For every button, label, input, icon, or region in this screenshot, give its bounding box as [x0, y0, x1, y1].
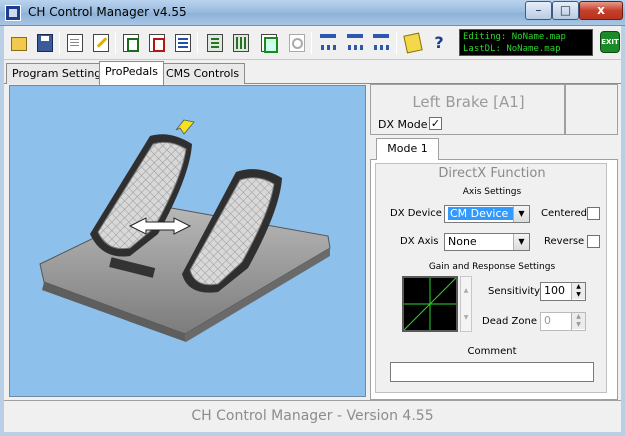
comment-label: Comment: [467, 346, 517, 357]
toolbar-separator: [396, 32, 397, 54]
dx-mode-label: DX Mode: [378, 118, 428, 131]
dead-zone-value: 0: [544, 314, 551, 327]
version-text: CH Control Manager - Version 4.55: [191, 408, 434, 424]
minimize-button[interactable]: –: [525, 1, 552, 20]
spin-up-icon[interactable]: ▲: [572, 283, 585, 291]
close-button[interactable]: x: [579, 1, 623, 20]
open-folder-icon[interactable]: [8, 32, 30, 54]
toolbar-separator: [59, 32, 60, 54]
main-content: Left Brake [A1] DX Mode ✓ Mode 1 DirectX…: [4, 84, 621, 400]
toolbar-separator: [311, 32, 312, 54]
scroll-up-icon[interactable]: ▲: [461, 277, 471, 304]
function-header: Left Brake [A1] DX Mode ✓: [370, 84, 565, 135]
response-curve-graph[interactable]: [402, 276, 458, 332]
function-name: Left Brake [A1]: [412, 93, 525, 111]
window-title: CH Control Manager v4.55: [28, 5, 187, 19]
note-icon[interactable]: [402, 32, 424, 54]
sensitivity-label: Sensitivity: [488, 286, 541, 297]
program-icon[interactable]: [120, 32, 142, 54]
spin-up-icon[interactable]: ▲: [572, 313, 585, 321]
spin-down-icon[interactable]: ▼: [572, 291, 585, 299]
last-download-status: LastDL: NoName.map: [463, 44, 561, 54]
footer: CH Control Manager - Version 4.55: [4, 400, 621, 432]
dx-axis-value: None: [448, 235, 477, 248]
list-icon[interactable]: [172, 32, 194, 54]
comment-input[interactable]: [390, 362, 594, 382]
tab-program-settings[interactable]: Program Settings: [6, 63, 114, 84]
chevron-down-icon: ▼: [513, 206, 529, 222]
tree-icon[interactable]: [370, 32, 392, 54]
toolbar-separator: [197, 32, 198, 54]
pedals-illustration: [39, 119, 331, 342]
spin-down-icon[interactable]: ▼: [572, 321, 585, 329]
sensitivity-spinner[interactable]: 100 ▲ ▼: [540, 282, 586, 301]
reverse-checkbox[interactable]: [587, 235, 600, 248]
unprogram-icon[interactable]: [146, 32, 168, 54]
chevron-down-icon: ▼: [513, 234, 529, 250]
dead-zone-label: Dead Zone: [482, 316, 537, 327]
tab-propedals[interactable]: ProPedals: [99, 61, 164, 85]
axis-settings-title: Axis Settings: [462, 187, 522, 197]
centered-label: Centered: [541, 208, 587, 219]
tree-icon[interactable]: [344, 32, 366, 54]
new-document-icon[interactable]: [64, 32, 86, 54]
tab-cms-controls[interactable]: CMS Controls: [160, 63, 246, 84]
pedals-image[interactable]: [9, 85, 366, 397]
help-icon[interactable]: ?: [428, 32, 450, 54]
dx-mode-checkbox[interactable]: ✓: [429, 117, 442, 130]
tab-mode-1[interactable]: Mode 1: [376, 138, 439, 160]
status-display: Editing: NoName.map LastDL: NoName.map: [459, 29, 593, 56]
sensitivity-value: 100: [544, 284, 565, 297]
mode-panel: DirectX Function Axis Settings DX Device…: [370, 159, 618, 400]
response-curve: [403, 277, 457, 331]
save-disk-icon[interactable]: [34, 32, 56, 54]
function-header-side: [565, 84, 618, 135]
grid-icon[interactable]: [230, 32, 252, 54]
toolbar-separator: [115, 32, 116, 54]
dx-device-value: CM Device 1: [448, 207, 521, 220]
test-icon[interactable]: [258, 32, 280, 54]
editing-status: Editing: NoName.map: [463, 32, 566, 42]
dx-device-label: DX Device: [390, 208, 442, 219]
curve-scrollbar[interactable]: ▲ ▼: [460, 276, 472, 332]
calculator-icon[interactable]: [204, 32, 226, 54]
main-tabs: Program Settings ProPedals CMS Controls: [4, 60, 621, 85]
title-bar: CH Control Manager v4.55 – □ x: [0, 0, 625, 26]
dx-device-select[interactable]: CM Device 1 ▼: [444, 205, 530, 223]
directx-function-group: DirectX Function Axis Settings DX Device…: [375, 163, 607, 393]
scroll-down-icon[interactable]: ▼: [461, 304, 471, 331]
function-panel: Left Brake [A1] DX Mode ✓ Mode 1 DirectX…: [370, 84, 618, 400]
gain-response-title: Gain and Response Settings: [428, 262, 556, 272]
app-icon: [5, 5, 21, 21]
reverse-label: Reverse: [544, 236, 585, 247]
centered-checkbox[interactable]: [587, 207, 600, 220]
tree-icon[interactable]: [317, 32, 339, 54]
dead-zone-spinner[interactable]: 0 ▲ ▼: [540, 312, 586, 331]
dx-axis-select[interactable]: None ▼: [444, 233, 530, 251]
group-title: DirectX Function: [438, 166, 546, 181]
dx-axis-label: DX Axis: [400, 236, 439, 247]
search-icon[interactable]: [286, 32, 308, 54]
toolbar: ? Editing: NoName.map LastDL: NoName.map…: [4, 26, 621, 60]
exit-button[interactable]: EXIT: [600, 31, 620, 53]
edit-document-icon[interactable]: [90, 32, 112, 54]
maximize-button[interactable]: □: [552, 1, 579, 20]
